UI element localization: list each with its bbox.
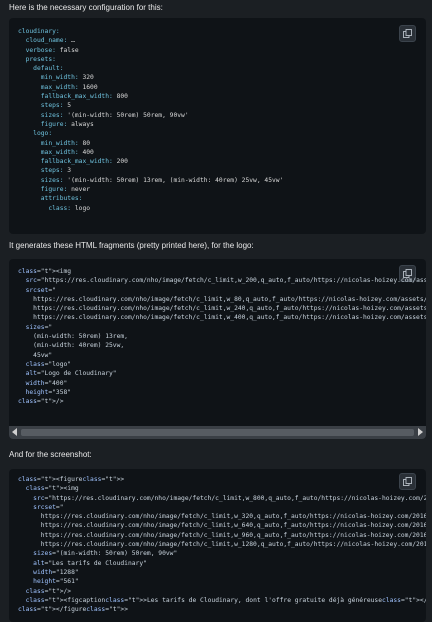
code-line: figure: never — [40, 186, 91, 194]
code-line: https://res.cloudinary.com/nho/image/fet… — [18, 314, 426, 322]
code-line: srcset=" — [33, 503, 64, 511]
code-line: sizes: '(min-width: 50rem) 13rem, (min-w… — [40, 176, 284, 184]
code-line: figure: always — [40, 120, 94, 128]
code-line: width="1288" — [33, 568, 79, 576]
code-line: (min-width: 40rem) 25vw, — [18, 342, 125, 350]
code-line: min_width: 320 — [40, 74, 94, 82]
screenshot-code: class="t"><figureclass="t">> class="t"><… — [18, 475, 426, 614]
code-line: max_width: 400 — [40, 148, 94, 156]
config-code-block: cloudinary: cloud_name: … verbose: false… — [9, 18, 426, 234]
logo-code: class="t"><img src="https://res.cloudina… — [18, 267, 426, 406]
code-line: presets: — [25, 55, 56, 63]
code-line: sizes="(min-width: 50rem) 50rem, 90vw" — [33, 550, 178, 558]
code-line: sizes=" — [25, 323, 53, 331]
mid-text: It generates these HTML fragments (prett… — [9, 241, 254, 250]
code-line: class="t"><figureclass="t">> — [18, 476, 125, 483]
code-line: steps: 3 — [40, 167, 72, 175]
intro-text: Here is the necessary configuration for … — [9, 3, 163, 12]
code-line: https://res.cloudinary.com/nho/image/fet… — [18, 295, 426, 303]
code-line: 45vw" — [18, 351, 53, 359]
code-line: https://res.cloudinary.com/nho/image/fet… — [18, 305, 426, 313]
scroll-left-icon[interactable] — [12, 428, 17, 436]
code-line: verbose: false — [25, 46, 79, 54]
code-line: steps: 5 — [40, 102, 72, 110]
last-text: And for the screenshot: — [9, 450, 92, 459]
code-line: min_width: 80 — [40, 139, 91, 147]
code-line: src="https://res.cloudinary.com/nho/imag… — [25, 277, 426, 285]
code-line: https://res.cloudinary.com/nho/image/fet… — [18, 513, 426, 521]
code-line: default: — [33, 65, 64, 73]
code-line: height="358" — [25, 388, 72, 396]
code-line: https://res.cloudinary.com/nho/image/fet… — [18, 522, 426, 530]
code-line: class: logo — [48, 204, 91, 212]
copy-icon — [403, 29, 412, 38]
code-line: alt="Les tarifs de Cloudinary" — [33, 559, 147, 567]
scroll-right-icon[interactable] — [418, 428, 423, 436]
horizontal-scrollbar[interactable] — [9, 426, 426, 439]
code-line: class="t">/> — [25, 587, 72, 595]
code-line: src="https://res.cloudinary.com/nho/imag… — [33, 494, 426, 502]
code-line: class="t"><figcaptionclass="t">>Les tari… — [25, 596, 426, 604]
code-line: width="400" — [25, 379, 68, 387]
config-code: cloudinary: cloud_name: … verbose: false… — [18, 27, 283, 213]
code-line: fallback_max_width: 200 — [40, 158, 128, 166]
code-line: alt="Logo de Cloudinary" — [25, 370, 117, 378]
logo-code-block: class="t"><img src="https://res.cloudina… — [9, 259, 426, 439]
copy-button[interactable] — [399, 25, 416, 42]
code-line: class="t"></figureclass="t">> — [18, 606, 128, 614]
code-line: logo: — [33, 130, 53, 138]
screenshot-code-block: class="t"><figureclass="t">> class="t"><… — [9, 469, 426, 622]
code-line: fallback_max_width: 800 — [40, 93, 128, 101]
code-line: srcset=" — [25, 286, 56, 294]
code-line: (min-width: 50rem) 13rem, — [18, 333, 128, 341]
code-line: class="t"><img — [18, 268, 72, 275]
scrollbar-thumb[interactable] — [21, 429, 414, 436]
code-line: https://res.cloudinary.com/nho/image/fet… — [18, 531, 426, 539]
code-line: https://res.cloudinary.com/nho/image/fet… — [18, 541, 426, 549]
code-line: cloud_name: … — [25, 37, 75, 45]
code-line: max_width: 1600 — [40, 83, 98, 91]
code-line: class="t"><img — [25, 485, 79, 493]
code-line: class="logo" — [25, 360, 72, 368]
code-line: class="t">/> — [18, 398, 64, 406]
code-line: cloudinary: — [18, 28, 60, 35]
code-line: attributes: — [40, 195, 83, 203]
code-line: height="561" — [33, 578, 79, 586]
code-line: sizes: '(min-width: 50rem) 50rem, 90vw' — [40, 111, 189, 119]
